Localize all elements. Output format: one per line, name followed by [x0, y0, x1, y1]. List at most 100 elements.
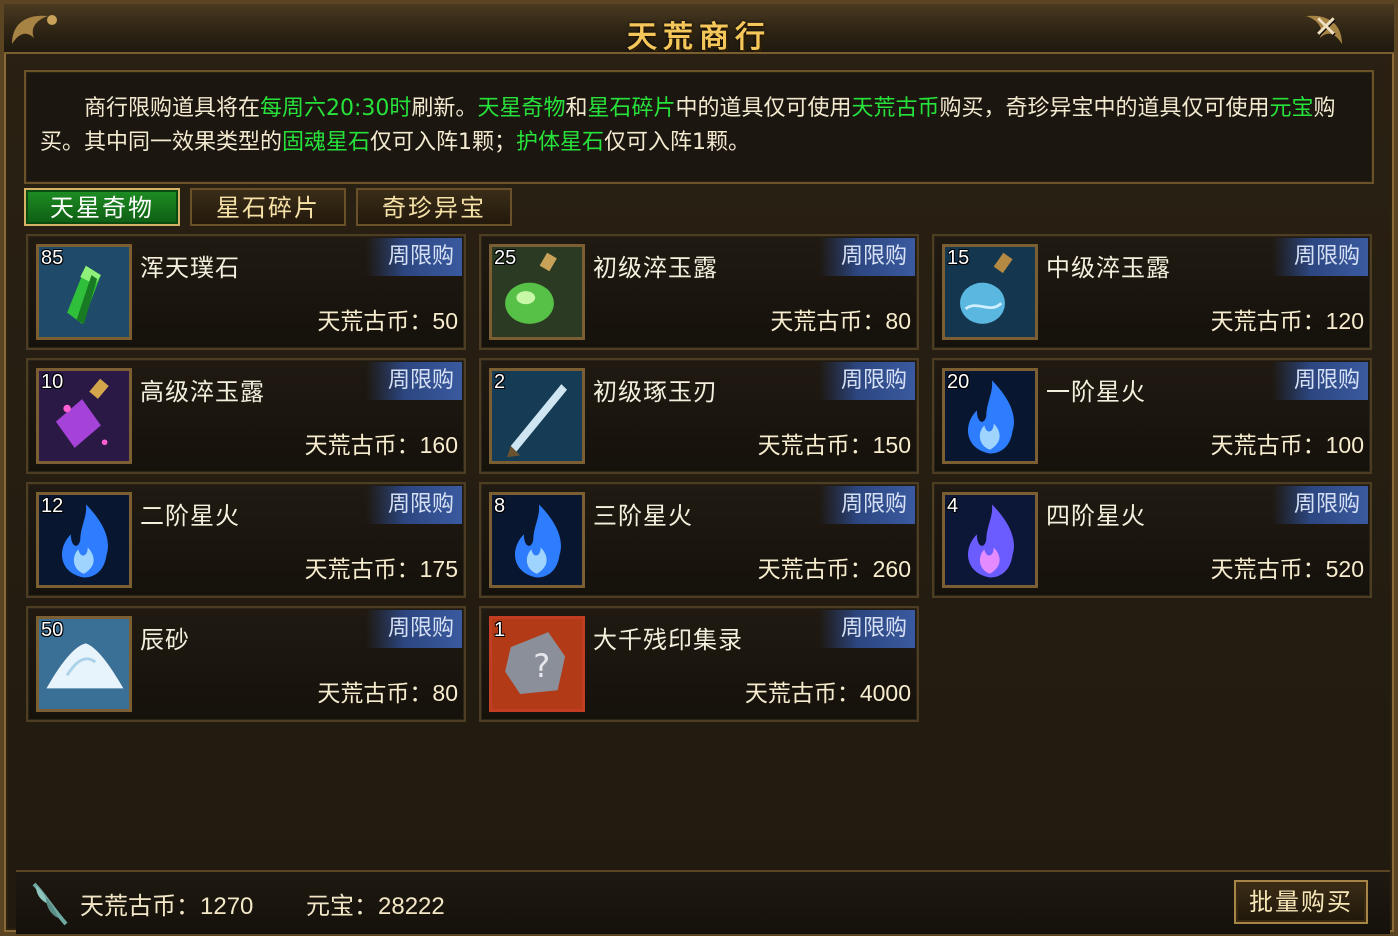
price-currency-label: 天荒古币： — [1210, 433, 1326, 459]
item-thumbnail[interactable]: ? 1 — [489, 616, 585, 712]
item-thumbnail[interactable]: 10 — [36, 368, 132, 464]
price-currency-label: 天荒古币： — [317, 681, 433, 707]
price-currency-label: 天荒古币： — [757, 433, 873, 459]
item-price: 天荒古币：80 — [317, 674, 458, 708]
notice-text: 购买，奇珍异宝中的道具仅可使用 — [939, 96, 1270, 121]
item-price: 天荒古币：50 — [317, 302, 458, 336]
notice-text: 和 — [565, 96, 588, 121]
shop-item-card[interactable]: ? 1 大千残印集录 周限购 天荒古币：4000 — [479, 606, 919, 722]
bulk-buy-button[interactable]: 批量购买 — [1234, 880, 1368, 924]
price-value: 50 — [432, 308, 458, 334]
item-price: 天荒古币：260 — [758, 550, 911, 584]
price-currency-label: 天荒古币： — [304, 433, 420, 459]
weekly-limit-badge: 周限购 — [1272, 486, 1368, 524]
coin-balance: 天荒古币：1270 — [80, 886, 253, 921]
tab-xingshi-suipian[interactable]: 星石碎片 — [190, 188, 346, 226]
item-name: 初级琢玉刃 — [593, 378, 718, 406]
item-quantity: 4 — [947, 495, 959, 517]
notice-text: 仅可入阵1颗； — [370, 130, 517, 155]
item-quantity: 1 — [494, 619, 506, 641]
item-thumbnail[interactable]: 15 — [942, 244, 1038, 340]
coin-balance-value: 1270 — [200, 893, 254, 920]
notice-panel: 商行限购道具将在每周六20:30时刷新。天星奇物和星石碎片中的道具仅可使用天荒古… — [24, 70, 1374, 184]
item-name: 初级淬玉露 — [593, 254, 718, 282]
weekly-limit-badge: 周限购 — [1272, 362, 1368, 400]
item-thumbnail[interactable]: 50 — [36, 616, 132, 712]
item-quantity: 25 — [494, 247, 517, 269]
jade-blade-icon — [492, 371, 582, 461]
shop-item-card[interactable]: 20 一阶星火 周限购 天荒古币：100 — [932, 358, 1372, 474]
item-thumbnail[interactable]: 85 — [36, 244, 132, 340]
shop-item-card[interactable]: 25 初级淬玉露 周限购 天荒古币：80 — [479, 234, 919, 350]
shop-window: 天荒商行 ✕ 商行限购道具将在每周六20:30时刷新。天星奇物和星石碎片中的道具… — [0, 0, 1398, 936]
item-thumbnail[interactable]: 8 — [489, 492, 585, 588]
shop-item-card[interactable]: 10 高级淬玉露 周限购天荒古币：160 — [26, 358, 466, 474]
item-price: 天荒古币：120 — [1211, 302, 1364, 336]
price-value: 150 — [872, 432, 911, 458]
price-value: 100 — [1325, 432, 1364, 458]
price-value: 120 — [1325, 308, 1364, 334]
notice-text: 中的道具仅可使用 — [675, 96, 852, 121]
item-quantity: 2 — [494, 371, 506, 393]
item-name: 辰砂 — [140, 626, 190, 654]
price-value: 520 — [1325, 556, 1364, 582]
price-value: 4000 — [859, 680, 911, 706]
item-name: 高级淬玉露 — [140, 378, 265, 406]
shop-item-card[interactable]: 50 辰砂 周限购 天荒古币：80 — [26, 606, 466, 722]
item-price: 天荒古币：520 — [1211, 550, 1364, 584]
shop-item-card[interactable]: 12 二阶星火 周限购天荒古币：175 — [26, 482, 466, 598]
weekly-limit-badge: 周限购 — [366, 362, 462, 400]
item-price: 天荒古币：175 — [305, 550, 458, 584]
notice-text: 仅可入阵1颗。 — [604, 130, 751, 155]
weekly-limit-badge: 周限购 — [819, 486, 915, 524]
price-currency-label: 天荒古币： — [757, 557, 873, 583]
shop-item-card[interactable]: 8 三阶星火 周限购 天荒古币：260 — [479, 482, 919, 598]
item-quantity: 50 — [41, 619, 64, 641]
price-currency-label: 天荒古币： — [304, 557, 420, 583]
weekly-limit-badge: 周限购 — [819, 238, 915, 276]
item-thumbnail[interactable]: 2 — [489, 368, 585, 464]
tab-qizhen-yibao[interactable]: 奇珍异宝 — [356, 188, 512, 226]
yuanbao-balance-label: 元宝： — [306, 892, 378, 920]
close-icon[interactable]: ✕ — [1308, 10, 1344, 46]
mystery-seal-icon: ? — [492, 619, 582, 709]
shop-item-card[interactable]: 15 中级淬玉露 周限购天荒古币：120 — [932, 234, 1372, 350]
notice-highlight-text: 每周六20:30时 — [260, 96, 412, 121]
price-currency-label: 天荒古币： — [317, 309, 433, 335]
shop-item-card[interactable]: 4 四阶星火 周限购天荒古币：520 — [932, 482, 1372, 598]
notice-highlight-text: 固魂星石 — [282, 130, 371, 155]
weekly-limit-badge: 周限购 — [366, 486, 462, 524]
item-thumbnail[interactable]: 12 — [36, 492, 132, 588]
notice-text: 刷新。 — [411, 96, 478, 121]
price-value: 260 — [872, 556, 911, 582]
item-thumbnail[interactable]: 25 — [489, 244, 585, 340]
item-quantity: 10 — [41, 371, 64, 393]
item-name: 大千残印集录 — [593, 626, 743, 654]
feather-coin-icon — [32, 882, 68, 926]
item-thumbnail[interactable]: 4 — [942, 492, 1038, 588]
notice-text: 商行限购道具将在 — [40, 96, 261, 121]
item-price: 天荒古币：160 — [305, 426, 458, 460]
window-title: 天荒商行 — [627, 20, 771, 55]
item-name: 四阶星火 — [1046, 502, 1146, 530]
yuanbao-balance: 元宝：28222 — [306, 886, 445, 921]
yuanbao-balance-value: 28222 — [378, 893, 445, 920]
weekly-limit-badge: 周限购 — [1272, 238, 1368, 276]
footer-bar: 天荒古币：1270 元宝：28222 批量购买 — [16, 870, 1390, 934]
notice-highlight-text: 元宝 — [1269, 96, 1314, 121]
shop-item-card[interactable]: 85 浑天璞石 周限购 天荒古币：50 — [26, 234, 466, 350]
weekly-limit-badge: 周限购 — [819, 610, 915, 648]
coin-balance-label: 天荒古币： — [80, 892, 200, 920]
notice-highlight-text: 天荒古币 — [851, 96, 940, 121]
item-name: 中级淬玉露 — [1046, 254, 1171, 282]
price-currency-label: 天荒古币： — [1210, 309, 1326, 335]
blue-flame-icon — [492, 495, 582, 585]
price-currency-label: 天荒古币： — [1210, 557, 1326, 583]
item-thumbnail[interactable]: 20 — [942, 368, 1038, 464]
tab-tianxing-qiwu[interactable]: 天星奇物 — [24, 188, 180, 226]
item-name: 二阶星火 — [140, 502, 240, 530]
shop-item-card[interactable]: 2 初级琢玉刃 周限购 天荒古币：150 — [479, 358, 919, 474]
notice-highlight-text: 星石碎片 — [587, 96, 676, 121]
price-value: 160 — [419, 432, 458, 458]
weekly-limit-badge: 周限购 — [366, 238, 462, 276]
